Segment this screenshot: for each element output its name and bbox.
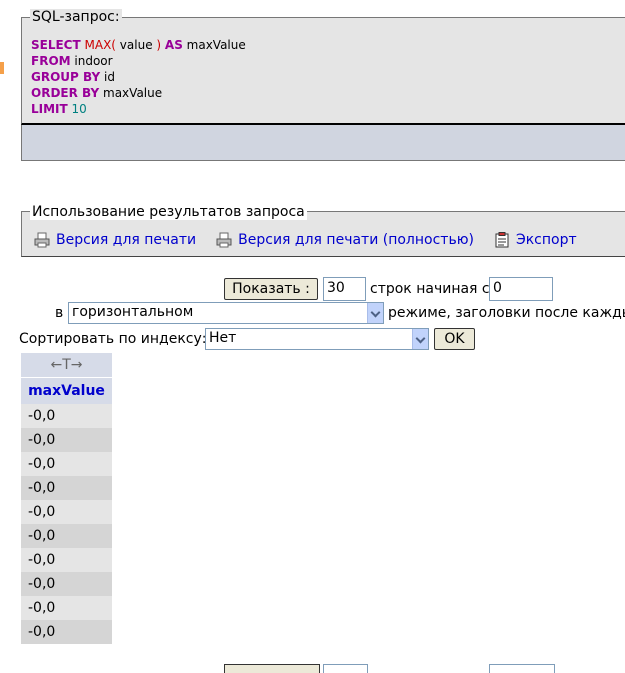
display-mode-value: горизонтальном (72, 304, 194, 320)
column-arrows-header[interactable]: ←T→ (21, 353, 112, 378)
sql-token: GROUP BY (31, 70, 101, 84)
sql-query-footer-bar (21, 125, 625, 161)
sql-line: SELECT MAX( value ) AS maxValue (31, 37, 246, 53)
mode-suffix-label: режиме, заголовки после каждых (388, 305, 625, 321)
print-view-label: Версия для печати (56, 232, 197, 248)
start-row-input[interactable]: 0 (489, 277, 553, 301)
rows-from-label: строк начиная с (370, 281, 490, 297)
query-results-legend: Использование результатов запроса (30, 204, 307, 220)
chevron-down-icon[interactable] (367, 303, 383, 323)
rows-count-input[interactable]: 30 (323, 277, 366, 301)
printer-icon (216, 232, 232, 248)
display-mode-select[interactable]: горизонтальном (68, 302, 384, 324)
left-edge-marker (0, 62, 4, 74)
sql-line: FROM indoor (31, 53, 246, 69)
results-table: ←T→ maxValue -0,0 -0,0 -0,0 -0,0 -0,0 -0,0 -0,… (21, 353, 112, 644)
sql-line: LIMIT 10 (31, 101, 246, 117)
print-view-link[interactable]: Версия для печати (34, 232, 196, 248)
sql-line: GROUP BY id (31, 69, 246, 85)
print-view-full-link[interactable]: Версия для печати (полностью) (216, 232, 474, 248)
sql-query-fieldset: SQL-запрос: SELECT MAX( value ) AS maxVa… (21, 9, 625, 125)
sql-token: FROM (31, 54, 71, 68)
table-row: -0,0 (21, 428, 112, 452)
in-label: в (55, 305, 64, 321)
sql-query-code: SELECT MAX( value ) AS maxValue FROM indo… (31, 37, 246, 117)
sql-token: value (115, 38, 157, 52)
export-link[interactable]: Экспорт (494, 232, 577, 248)
sql-token: SELECT (31, 38, 81, 52)
sql-query-legend: SQL-запрос: (30, 9, 122, 25)
table-row: -0,0 (21, 524, 112, 548)
sql-token: AS (164, 38, 183, 52)
clipboard-icon (494, 232, 510, 248)
sort-by-index-label: Сортировать по индексу: (19, 331, 207, 347)
show-button[interactable]: Показать : (224, 278, 318, 300)
table-row: -0,0 (21, 452, 112, 476)
sql-token: maxValue (99, 86, 163, 100)
sort-index-value: Нет (209, 330, 237, 346)
ok-button[interactable]: OK (434, 328, 475, 350)
table-row: -0,0 (21, 404, 112, 428)
sql-line: ORDER BY maxValue (31, 85, 246, 101)
print-view-full-label: Версия для печати (полностью) (238, 232, 474, 248)
sql-token: id (100, 70, 115, 84)
chevron-down-icon[interactable] (412, 329, 428, 349)
printer-icon (34, 232, 50, 248)
sql-token: indoor (70, 54, 113, 68)
sql-token: maxValue (182, 38, 246, 52)
table-row: -0,0 (21, 548, 112, 572)
table-row: -0,0 (21, 572, 112, 596)
table-row: -0,0 (21, 596, 112, 620)
rows-count-input-bottom[interactable] (323, 664, 368, 673)
show-button-bottom[interactable] (224, 664, 320, 673)
sql-token: MAX( (84, 38, 116, 52)
sort-index-select[interactable]: Нет (205, 328, 429, 350)
sql-token: 10 (71, 102, 87, 116)
export-label: Экспорт (515, 232, 577, 248)
column-header-maxvalue[interactable]: maxValue (21, 378, 112, 404)
sql-token: LIMIT (31, 102, 68, 116)
table-row: -0,0 (21, 500, 112, 524)
table-row: -0,0 (21, 620, 112, 644)
query-results-fieldset: Использование результатов запроса Версия… (21, 204, 625, 257)
sql-token: ORDER BY (31, 86, 100, 100)
start-row-input-bottom[interactable] (489, 664, 555, 673)
table-row: -0,0 (21, 476, 112, 500)
